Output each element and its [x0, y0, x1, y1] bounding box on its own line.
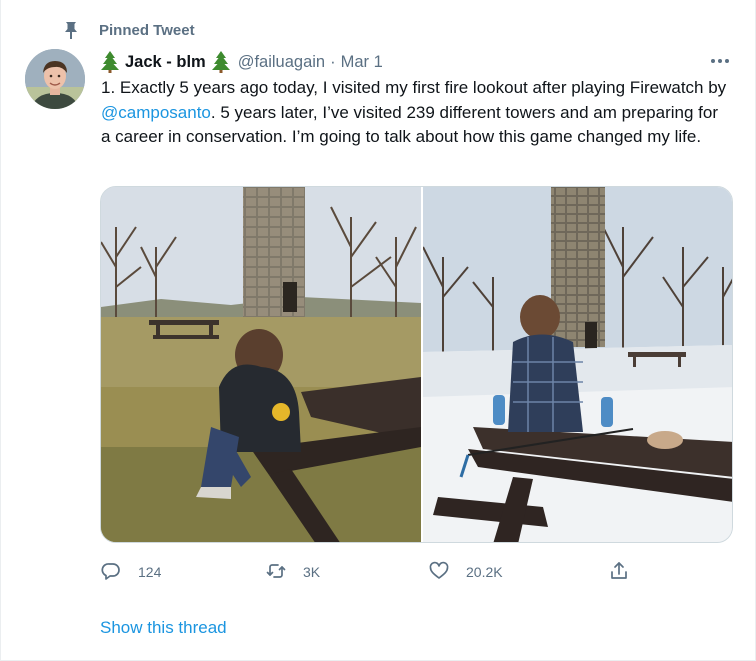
more-options-icon[interactable] — [707, 54, 733, 68]
heart-icon — [429, 561, 449, 584]
tweet-header: Jack - blm @failuagain · Mar 1 — [101, 50, 383, 74]
retweet-button[interactable]: 3K — [266, 560, 320, 584]
tweet-actions: 124 3K 20.2K — [101, 560, 741, 584]
separator-dot: · — [330, 52, 336, 71]
reply-icon — [101, 561, 121, 584]
tweet-text-part: 1. Exactly 5 years ago today, I visited … — [101, 78, 727, 97]
photo-lookout-winter[interactable] — [423, 187, 732, 542]
pinned-label: Pinned Tweet — [99, 22, 195, 39]
like-count: 20.2K — [466, 564, 503, 580]
media-grid — [100, 186, 733, 543]
display-name[interactable]: Jack - blm — [125, 53, 206, 72]
pin-icon — [61, 20, 81, 40]
photo-lookout-autumn[interactable] — [101, 187, 421, 542]
mention-link[interactable]: @camposanto — [101, 103, 211, 122]
like-button[interactable]: 20.2K — [429, 560, 503, 584]
show-thread-link[interactable]: Show this thread — [100, 618, 227, 638]
share-icon — [609, 561, 629, 584]
user-handle[interactable]: @failuagain — [238, 53, 325, 72]
reply-count: 124 — [138, 564, 162, 580]
avatar[interactable] — [25, 49, 85, 109]
tweet-date[interactable]: Mar 1 — [341, 53, 383, 72]
pinned-indicator: Pinned Tweet — [61, 20, 195, 40]
tweet-text: 1. Exactly 5 years ago today, I visited … — [101, 76, 731, 150]
evergreen-tree-icon — [101, 51, 119, 73]
evergreen-tree-icon — [211, 51, 230, 73]
retweet-count: 3K — [303, 564, 321, 580]
retweet-icon — [266, 561, 286, 584]
tweet-card[interactable]: Pinned Tweet Jack - blm @failuagain · Ma… — [0, 0, 756, 661]
reply-button[interactable]: 124 — [101, 560, 161, 584]
share-button[interactable] — [609, 560, 629, 584]
